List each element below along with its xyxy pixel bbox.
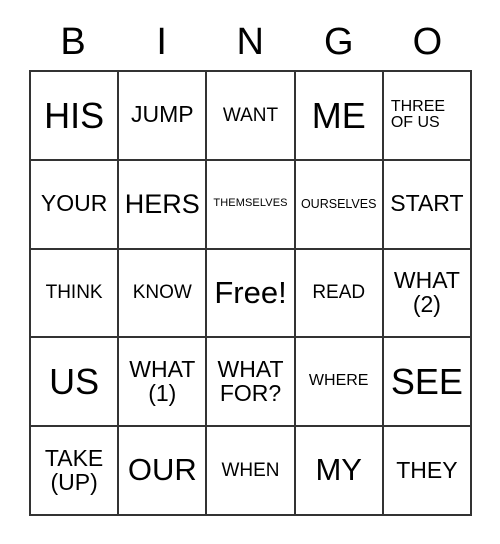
bingo-cell-label: TAKE (UP)	[44, 444, 104, 495]
bingo-cell-label: WHERE	[308, 372, 369, 390]
bingo-cell-label: READ	[312, 282, 366, 304]
bingo-cell-label: YOUR	[40, 190, 108, 217]
bingo-row: HIS JUMP WANT ME THREE OF US	[31, 72, 473, 161]
bingo-cell[interactable]: SEE	[383, 338, 473, 428]
bingo-cell[interactable]: HERS	[119, 160, 208, 250]
bingo-cell[interactable]: TAKE (UP)	[31, 427, 120, 516]
bingo-cell-label: SEE	[390, 361, 463, 403]
bingo-cell[interactable]: ME	[295, 72, 384, 161]
bingo-header-letter-g: G	[324, 21, 355, 63]
bingo-row: YOUR HERS THEMSELVES OURSELVES START	[31, 160, 473, 250]
bingo-cell-label: THEMSELVES	[213, 197, 288, 210]
bingo-cell-label: HERS	[124, 189, 200, 220]
bingo-cell-label: OUR	[127, 452, 197, 488]
bingo-header-letter-i: I	[156, 21, 168, 63]
bingo-cell[interactable]: WHERE	[295, 338, 384, 428]
bingo-cell[interactable]: JUMP	[119, 72, 208, 161]
bingo-cell[interactable]: WHAT (1)	[119, 338, 208, 428]
bingo-cell[interactable]: THEY	[383, 427, 473, 516]
bingo-cell[interactable]: KNOW	[119, 249, 208, 339]
bingo-cell[interactable]: WANT	[207, 72, 296, 161]
bingo-card: B I N G O HIS JUMP WANT ME THREE OF US YOUR HE…	[29, 14, 473, 516]
bingo-header-letter-n: N	[236, 21, 265, 63]
bingo-cell-label: WHAT (1)	[129, 355, 196, 406]
bingo-cell[interactable]: READ	[295, 249, 384, 339]
bingo-cell[interactable]: YOUR	[31, 160, 120, 250]
bingo-cell-label: THINK	[45, 282, 103, 304]
bingo-cell-label: START	[390, 190, 464, 217]
bingo-cell-label: JUMP	[130, 101, 194, 128]
bingo-cell[interactable]: THEMSELVES	[207, 160, 296, 250]
bingo-free-space[interactable]: Free!	[207, 249, 296, 339]
bingo-cell-label: HIS	[44, 94, 105, 136]
bingo-cell[interactable]: THREE OF US	[383, 72, 473, 161]
bingo-cell-label: US	[49, 361, 100, 403]
bingo-grid: HIS JUMP WANT ME THREE OF US YOUR HERS THEMSELV…	[29, 70, 473, 516]
bingo-cell[interactable]: MY	[295, 427, 384, 516]
bingo-cell[interactable]: WHAT (2)	[383, 249, 473, 339]
bingo-row: TAKE (UP) OUR WHEN MY THEY	[31, 427, 473, 516]
bingo-cell-label: KNOW	[132, 282, 192, 304]
bingo-cell-label: WHAT (2)	[393, 267, 460, 317]
bingo-row: THINK KNOW Free! READ WHAT (2)	[31, 249, 473, 339]
bingo-header-letter-o: O	[412, 21, 443, 63]
bingo-cell-label: WHEN	[221, 459, 280, 481]
bingo-header-row: B I N G O	[29, 14, 472, 70]
bingo-cell[interactable]: US	[31, 338, 120, 428]
bingo-cell-label: WANT	[222, 104, 279, 126]
bingo-cell-label: OURSELVES	[300, 196, 377, 211]
bingo-cell-label: WHAT FOR?	[217, 355, 284, 406]
bingo-cell[interactable]: OUR	[119, 427, 208, 516]
bingo-header-letter-b: B	[60, 21, 87, 63]
bingo-cell[interactable]: START	[383, 160, 473, 250]
bingo-cell[interactable]: OURSELVES	[295, 160, 384, 250]
bingo-cell-label: MY	[315, 452, 362, 488]
bingo-cell-label: THEY	[396, 456, 458, 483]
bingo-cell-label: ME	[311, 94, 366, 136]
bingo-row: US WHAT (1) WHAT FOR? WHERE SEE	[31, 338, 473, 428]
bingo-cell[interactable]: THINK	[31, 249, 120, 339]
bingo-cell[interactable]: WHEN	[207, 427, 296, 516]
bingo-cell[interactable]: HIS	[31, 72, 120, 161]
bingo-cell[interactable]: WHAT FOR?	[207, 338, 296, 428]
bingo-cell-label: Free!	[214, 274, 287, 310]
bingo-cell-label: THREE OF US	[390, 97, 446, 132]
